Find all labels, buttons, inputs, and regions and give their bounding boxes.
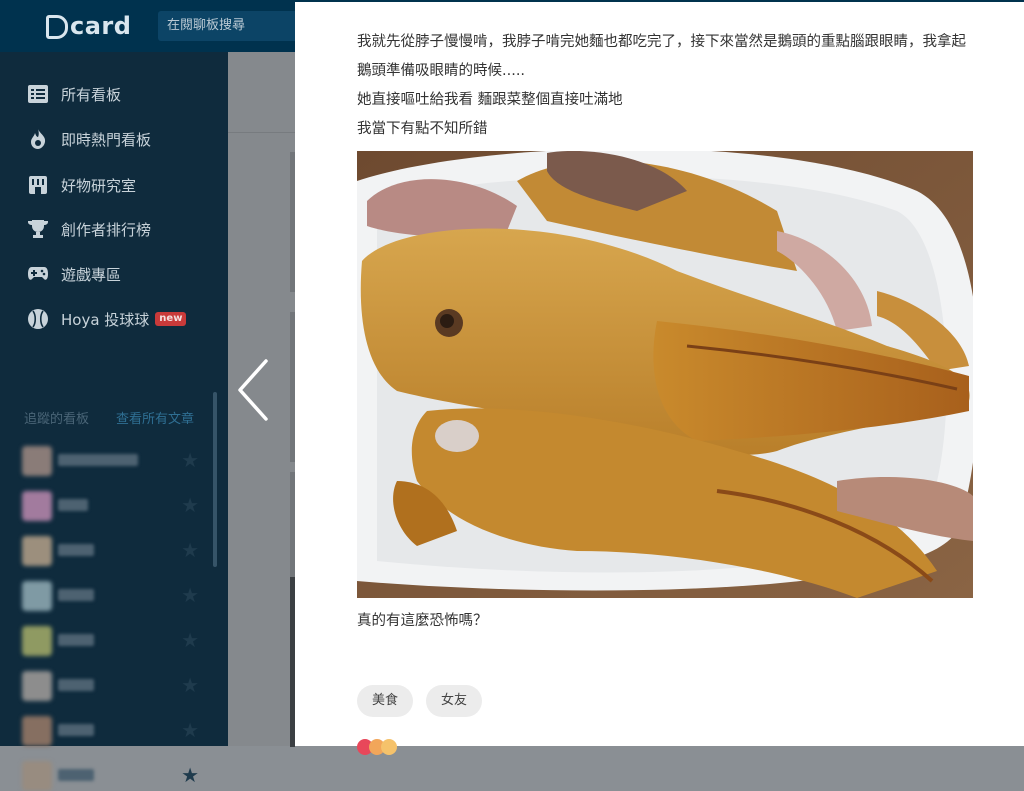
board-avatar (22, 761, 52, 791)
star-icon[interactable]: ★ (181, 448, 199, 472)
dcard-logo[interactable]: card (46, 10, 131, 42)
sidebar-item-label: 遊戲專區 (61, 265, 122, 284)
sidebar-item-label: Hoya 投球球 (61, 310, 150, 329)
star-icon[interactable]: ★ (181, 763, 199, 787)
sidebar-item-label: 好物研究室 (61, 176, 137, 195)
followed-board-row[interactable]: ★ (22, 712, 207, 746)
followed-board-row[interactable]: ★ (22, 487, 207, 521)
sidebar: 所有看板 即時熱門看板 好物研究室 創作者排行榜 遊戲專區 Hoya 投球球 n… (0, 52, 228, 791)
baseball-icon (27, 308, 49, 330)
sidebar-item-games[interactable]: 遊戲專區 (27, 261, 121, 287)
board-avatar (22, 446, 52, 476)
star-icon[interactable]: ★ (181, 538, 199, 562)
sidebar-item-label: 創作者排行榜 (61, 220, 152, 239)
new-badge: new (155, 312, 187, 326)
followed-board-row[interactable]: ★ (22, 667, 207, 701)
previous-arrow-icon[interactable] (233, 355, 273, 425)
feed-divider (228, 132, 295, 133)
sidebar-item-label: 所有看板 (61, 85, 122, 104)
post-image[interactable] (357, 151, 973, 598)
board-avatar (22, 581, 52, 611)
board-name-blurred (58, 724, 94, 736)
logo-d-icon (46, 15, 68, 39)
sidebar-item-goods-lab[interactable]: 好物研究室 (27, 172, 136, 198)
trophy-icon (27, 218, 49, 240)
board-name-blurred (58, 634, 94, 646)
tag-girlfriend[interactable]: 女友 (426, 685, 483, 717)
wow-reaction-icon (381, 739, 397, 755)
board-name-blurred (58, 589, 94, 601)
post-body: 我就先從脖子慢慢啃，我脖子啃完她麵也都吃完了，接下來當然是鵝頭的重點腦跟眼睛，我… (357, 28, 977, 144)
sidebar-item-label: 即時熱門看板 (61, 130, 152, 149)
logo-text: card (70, 12, 132, 40)
board-name-blurred (58, 679, 94, 691)
star-icon[interactable]: ★ (181, 673, 199, 697)
tag-food[interactable]: 美食 (357, 685, 414, 717)
followed-board-row[interactable]: ★ (22, 757, 207, 791)
board-name-blurred (58, 769, 94, 781)
followed-board-row[interactable]: ★ (22, 577, 207, 611)
post-paragraph: 她直接嘔吐給我看 麵跟菜整個直接吐滿地 (357, 92, 623, 108)
board-avatar (22, 716, 52, 746)
gamepad-icon (27, 263, 49, 285)
followed-boards-heading: 追蹤的看板 (24, 412, 90, 427)
star-icon[interactable]: ★ (181, 628, 199, 652)
board-name-blurred (58, 499, 88, 511)
board-name-blurred (58, 544, 94, 556)
star-icon[interactable]: ★ (181, 493, 199, 517)
post-modal: 我就先從脖子慢慢啃，我脖子啃完她麵也都吃完了，接下來當然是鵝頭的重點腦跟眼睛，我… (295, 2, 1024, 755)
followed-board-row[interactable]: ★ (22, 442, 207, 476)
board-avatar (22, 626, 52, 656)
sidebar-item-creator-ranking[interactable]: 創作者排行榜 (27, 216, 151, 242)
goose-head-photo (357, 151, 973, 598)
store-icon (27, 174, 49, 196)
post-caption: 真的有這麼恐怖嗎？ (357, 613, 488, 629)
followed-board-row[interactable]: ★ (22, 532, 207, 566)
list-icon (27, 83, 49, 105)
flame-icon (27, 128, 49, 150)
reaction-icons[interactable] (357, 739, 397, 755)
board-avatar (22, 671, 52, 701)
board-avatar (22, 536, 52, 566)
post-paragraph: 我就先從脖子慢慢啃，我脖子啃完她麵也都吃完了，接下來當然是鵝頭的重點腦跟眼睛，我… (357, 34, 966, 79)
board-avatar (22, 491, 52, 521)
post-paragraph: 我當下有點不知所錯 (357, 121, 488, 137)
sidebar-item-all-boards[interactable]: 所有看板 (27, 81, 121, 107)
sidebar-item-hoya[interactable]: Hoya 投球球 new (27, 306, 187, 332)
followed-board-row[interactable]: ★ (22, 622, 207, 656)
sidebar-scrollbar[interactable] (213, 392, 217, 567)
star-icon[interactable]: ★ (181, 583, 199, 607)
sidebar-item-hot-boards[interactable]: 即時熱門看板 (27, 126, 151, 152)
view-all-posts-link[interactable]: 查看所有文章 (116, 408, 194, 427)
search-input[interactable]: 在閱聊板搜尋 (158, 11, 298, 41)
board-name-blurred (58, 454, 138, 466)
star-icon[interactable]: ★ (181, 718, 199, 742)
